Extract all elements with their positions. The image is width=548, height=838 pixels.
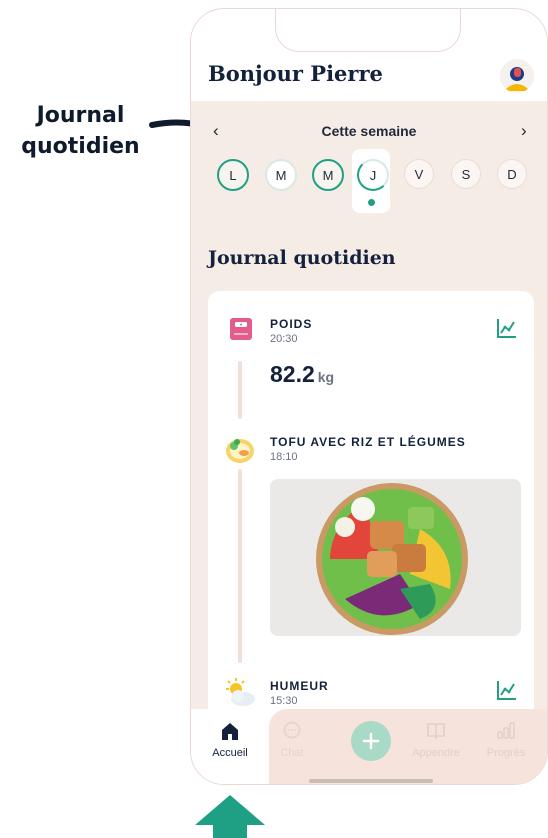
greeting-title: Bonjour Pierre: [208, 61, 383, 86]
avatar-icon: [500, 59, 534, 93]
week-label: Cette semaine: [321, 123, 417, 139]
salad-bowl-image: [270, 479, 521, 636]
food-plate-icon: [226, 439, 254, 463]
bar-chart-icon: [497, 722, 515, 739]
tab-bar: Accueil Chat Appendre Progrès: [191, 709, 547, 784]
weight-value: 82.2 kg: [270, 361, 334, 388]
tab-progress-label: Progrès: [486, 747, 526, 759]
chevron-right-icon[interactable]: ›: [521, 121, 527, 141]
tab-chat[interactable]: Chat: [259, 709, 325, 769]
tab-progress[interactable]: Progrès: [473, 709, 539, 769]
callout-label: Journal quotidien: [18, 100, 143, 162]
weight-entry-time: 20:30: [270, 333, 298, 345]
home-indicator: [309, 779, 433, 783]
mood-entry-time: 15:30: [270, 695, 298, 707]
avatar[interactable]: [500, 59, 534, 93]
book-icon: [427, 723, 445, 739]
callout-line-1: Journal: [36, 103, 125, 128]
section-title: Journal quotidien: [208, 247, 396, 269]
day-monday[interactable]: L: [217, 159, 249, 191]
day-thursday[interactable]: J: [357, 159, 389, 191]
day-tuesday[interactable]: M: [265, 159, 297, 191]
tab-learn-label: Appendre: [412, 747, 460, 759]
sun-cloud-icon: [226, 678, 255, 706]
add-button[interactable]: [351, 721, 391, 761]
day-saturday[interactable]: S: [451, 159, 481, 189]
mood-entry-title: HUMEUR: [270, 679, 329, 693]
scale-icon: [230, 318, 252, 340]
arrow-up-icon: [195, 795, 265, 838]
day-wednesday[interactable]: M: [312, 159, 344, 191]
phone-frame: Bonjour Pierre ‹ Cette semaine › L M M J…: [190, 8, 548, 785]
home-icon: [222, 723, 238, 740]
tab-home[interactable]: Accueil: [197, 709, 263, 769]
day-sunday[interactable]: D: [497, 159, 527, 189]
callout-line-2: quotidien: [21, 134, 140, 159]
meal-entry-time: 18:10: [270, 451, 298, 463]
journal-card: POIDS 20:30 82.2 kg TOFU AVEC RIZ ET LÉGU…: [208, 291, 534, 751]
tab-overlay: Chat Appendre Progrès: [269, 709, 547, 784]
tab-learn[interactable]: Appendre: [403, 709, 469, 769]
weight-entry-title: POIDS: [270, 317, 313, 331]
trend-chart-icon[interactable]: [496, 317, 518, 339]
meal-photo[interactable]: [270, 479, 521, 636]
weight-number: 82.2: [270, 361, 315, 387]
chat-icon: [283, 721, 301, 739]
selected-day-dot: [368, 199, 375, 206]
plus-icon: [362, 732, 380, 750]
timeline-line: [238, 361, 242, 419]
tab-home-label: Accueil: [212, 747, 248, 759]
week-navigation: ‹ Cette semaine ›: [191, 115, 547, 145]
phone-notch: [275, 9, 461, 52]
tab-chat-label: Chat: [280, 747, 304, 759]
timeline-line: [238, 469, 242, 663]
meal-entry-title: TOFU AVEC RIZ ET LÉGUMES: [270, 435, 466, 449]
trend-chart-icon[interactable]: [496, 679, 518, 701]
weight-unit: kg: [317, 369, 335, 385]
day-friday[interactable]: V: [404, 159, 434, 189]
